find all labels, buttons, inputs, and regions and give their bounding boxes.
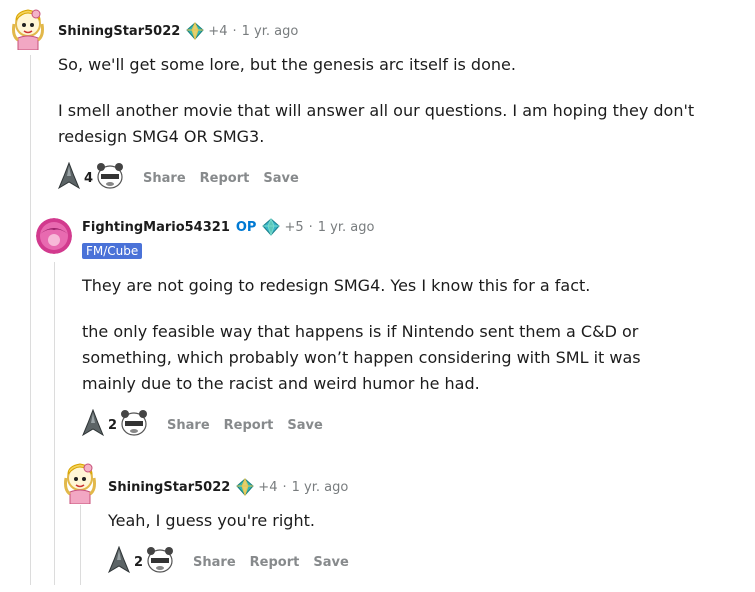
rocket-upvote-icon[interactable] <box>81 408 105 441</box>
vote-score: 2 <box>134 554 144 570</box>
avatar[interactable] <box>36 218 72 254</box>
user-flair: FM/Cube <box>82 243 143 259</box>
report-button[interactable]: Report <box>250 555 300 570</box>
separator-dot: · <box>232 23 237 39</box>
diamond-award-icon[interactable] <box>262 217 281 237</box>
vote-score: 4 <box>84 170 94 186</box>
comment-body: Yeah, I guess you're right. <box>108 508 708 534</box>
save-button[interactable]: Save <box>287 418 322 433</box>
op-badge: OP <box>235 219 257 235</box>
comment-body: They are not going to redesign SMG4. Yes… <box>82 273 722 397</box>
timestamp[interactable]: 1 yr. ago <box>292 480 349 495</box>
comment-paragraph: They are not going to redesign SMG4. Yes… <box>82 276 591 295</box>
diamond-award-icon[interactable] <box>186 21 205 41</box>
karma-count: +4 <box>258 479 278 495</box>
save-button[interactable]: Save <box>263 171 298 186</box>
share-button[interactable]: Share <box>143 171 186 186</box>
comment-paragraph: So, we'll get some lore, but the genesis… <box>58 55 516 74</box>
report-button[interactable]: Report <box>224 418 274 433</box>
comment-body: So, we'll get some lore, but the genesis… <box>58 52 718 150</box>
avatar[interactable] <box>62 460 98 504</box>
panda-downvote-icon[interactable] <box>119 409 149 441</box>
vote-score: 2 <box>108 417 118 433</box>
timestamp[interactable]: 1 yr. ago <box>318 220 375 235</box>
comment-actions: 4 Share Report Save <box>57 161 313 194</box>
thread-line[interactable] <box>30 55 31 585</box>
panda-downvote-icon[interactable] <box>95 162 125 194</box>
thread-line[interactable] <box>54 262 55 585</box>
comment-paragraph: the only feasible way that happens is if… <box>82 322 641 393</box>
comment-author[interactable]: ShiningStar5022 <box>58 24 180 39</box>
report-button[interactable]: Report <box>200 171 250 186</box>
save-button[interactable]: Save <box>313 555 348 570</box>
rocket-upvote-icon[interactable] <box>107 545 131 578</box>
diamond-award-icon[interactable] <box>236 477 255 497</box>
share-button[interactable]: Share <box>167 418 210 433</box>
share-button[interactable]: Share <box>193 555 236 570</box>
thread-line[interactable] <box>80 505 81 585</box>
comment-actions: 2 Share Report Save <box>81 408 337 441</box>
separator-dot: · <box>308 219 313 235</box>
karma-count: +5 <box>284 219 304 235</box>
comment-author[interactable]: ShiningStar5022 <box>108 480 230 495</box>
rocket-upvote-icon[interactable] <box>57 161 81 194</box>
comment-actions: 2 Share Report Save <box>107 545 363 578</box>
comment-author[interactable]: FightingMario54321 <box>82 220 230 235</box>
panda-downvote-icon[interactable] <box>145 546 175 578</box>
separator-dot: · <box>282 479 287 495</box>
timestamp[interactable]: 1 yr. ago <box>242 24 299 39</box>
karma-count: +4 <box>208 23 228 39</box>
avatar[interactable] <box>10 6 46 50</box>
comment-paragraph: I smell another movie that will answer a… <box>58 101 695 146</box>
comment-paragraph: Yeah, I guess you're right. <box>108 511 315 530</box>
